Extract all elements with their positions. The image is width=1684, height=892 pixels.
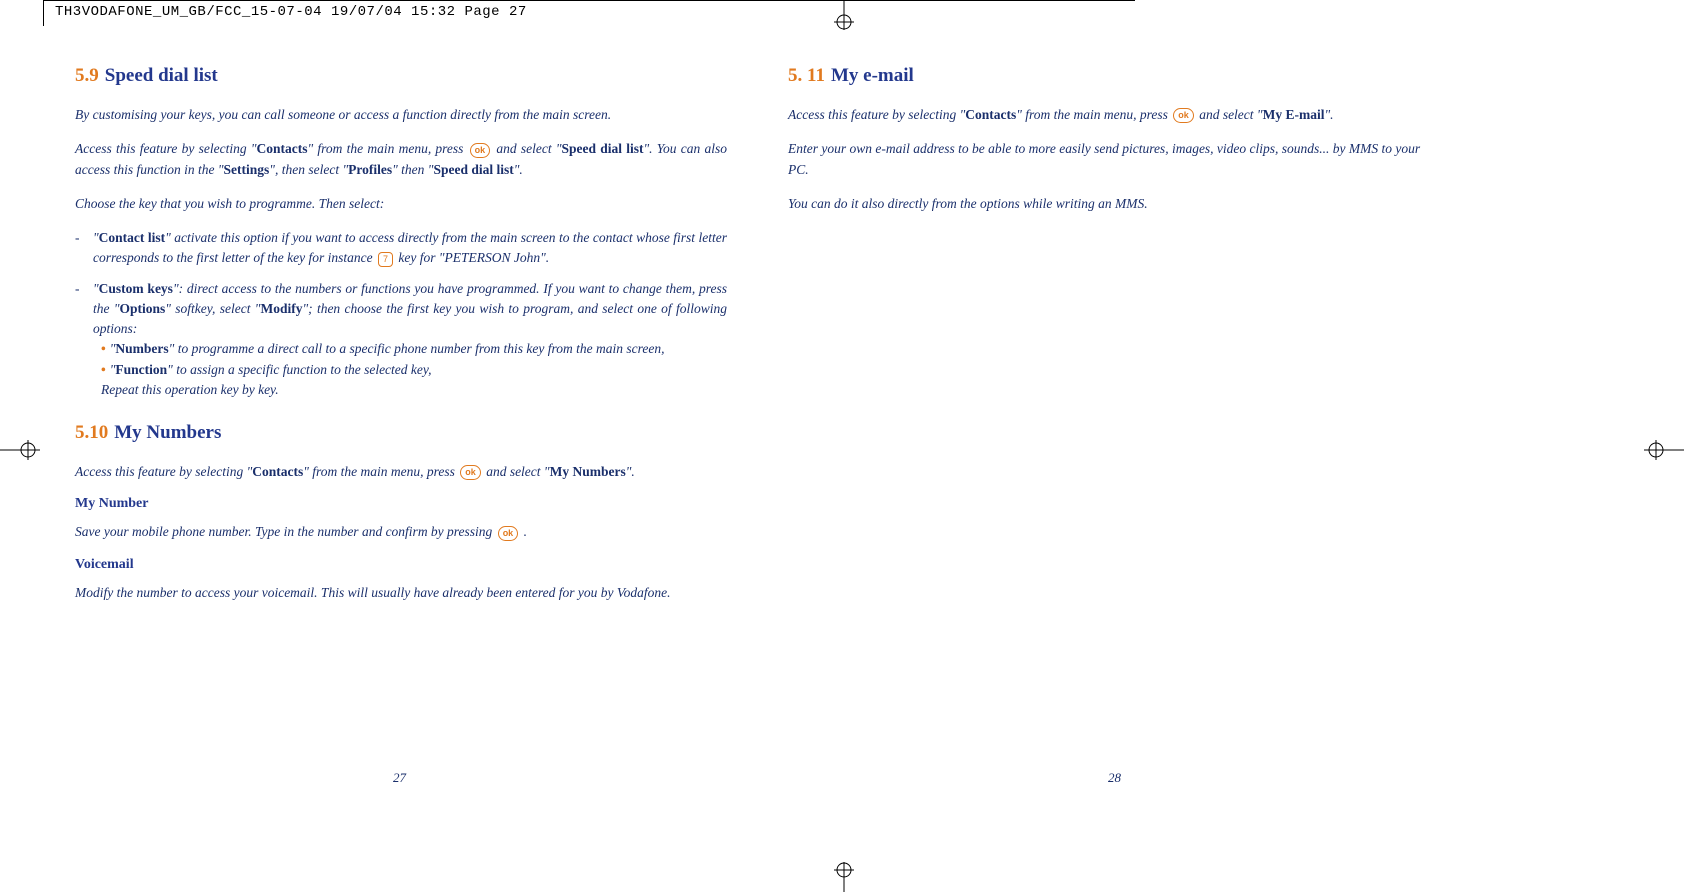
crop-mark-bottom [824, 862, 864, 892]
heading-5-11: 5. 11 My e-mail [788, 65, 1440, 87]
ok-key-icon: ok [470, 143, 491, 158]
heading-num: 5.10 [75, 422, 108, 443]
para: Choose the key that you wish to programm… [75, 194, 727, 214]
header-rule [43, 0, 1135, 1]
para: Access this feature by selecting "Contac… [75, 139, 727, 180]
para: You can do it also directly from the opt… [788, 194, 1440, 214]
sub-list-item: •"Function" to assign a specific functio… [93, 360, 727, 380]
page-right: 5. 11 My e-mail Access this feature by se… [788, 65, 1440, 228]
page-number-right: 28 [1108, 770, 1121, 786]
para: Save your mobile phone number. Type in t… [75, 522, 727, 542]
page-number-left: 27 [393, 770, 406, 786]
page-left: 5.9 Speed dial list By customising your k… [75, 65, 727, 617]
list-item: - "Contact list" activate this option if… [75, 228, 727, 269]
heading-title: My e-mail [831, 65, 914, 86]
dash-icon: - [75, 279, 93, 401]
sub-heading: My Number [75, 496, 727, 512]
bullet-dot-icon: • [101, 362, 106, 377]
ok-key-icon: ok [498, 526, 519, 541]
ok-key-icon: ok [1173, 108, 1194, 123]
sub-heading: Voicemail [75, 557, 727, 573]
para: Modify the number to access your voicema… [75, 583, 727, 603]
heading-title: My Numbers [114, 422, 221, 443]
para: Access this feature by selecting "Contac… [75, 462, 727, 482]
heading-title: Speed dial list [105, 65, 218, 86]
crop-mark-right [1644, 430, 1684, 470]
ok-key-icon: ok [460, 465, 481, 480]
dash-icon: - [75, 228, 93, 269]
imposition-header: TH3VODAFONE_UM_GB/FCC_15-07-04 19/07/04 … [55, 4, 527, 20]
heading-5-9: 5.9 Speed dial list [75, 65, 727, 87]
header-tick [43, 0, 44, 26]
crop-mark-top [824, 0, 864, 30]
para: Access this feature by selecting "Contac… [788, 105, 1440, 125]
list-item: - "Custom keys": direct access to the nu… [75, 279, 727, 401]
seven-key-icon: 7 [378, 252, 393, 267]
para: By customising your keys, you can call s… [75, 105, 727, 125]
heading-num: 5. 11 [788, 65, 825, 86]
heading-num: 5.9 [75, 65, 99, 86]
bullet-dot-icon: • [101, 341, 106, 356]
crop-mark-left [0, 430, 40, 470]
heading-5-10: 5.10 My Numbers [75, 422, 727, 444]
sub-list-item: Repeat this operation key by key. [93, 380, 727, 400]
para: Enter your own e-mail address to be able… [788, 139, 1440, 180]
sub-list-item: •"Numbers" to programme a direct call to… [93, 339, 727, 359]
